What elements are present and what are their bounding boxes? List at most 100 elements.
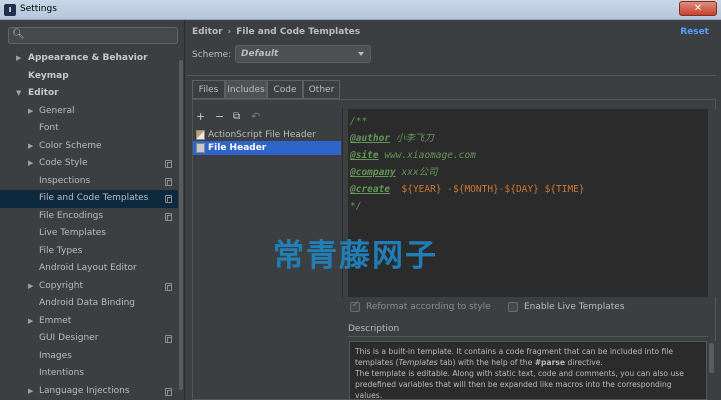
sidebar-item-file-types[interactable]: File Types — [0, 243, 178, 261]
sidebar-item-label: Images — [39, 350, 72, 361]
reformat-label: Reformat according to style — [366, 302, 491, 312]
template-variable: ${TIME} — [544, 184, 585, 195]
sidebar-item-android-layout-editor[interactable]: Android Layout Editor — [0, 260, 178, 278]
file-icon — [196, 143, 205, 153]
checkbox-box[interactable] — [508, 302, 518, 312]
sidebar-scrollbar[interactable] — [178, 50, 184, 400]
sidebar-item-file-encodings[interactable]: File Encodings — [0, 208, 178, 226]
separator: - — [441, 184, 453, 195]
code-line: @site www.xiaomage.com — [350, 147, 476, 164]
scheme-value: Default — [241, 49, 279, 59]
sidebar-item-label: GUI Designer — [39, 333, 99, 343]
code-line: @company xxx公司 — [350, 164, 438, 181]
sidebar-item-live-templates[interactable]: Live Templates — [0, 225, 178, 243]
window-titlebar: I Settings ✕ — [0, 0, 721, 20]
sidebar-item-android-data-binding[interactable]: Android Data Binding — [0, 295, 178, 313]
reset-link[interactable]: Reset — [680, 27, 709, 37]
scheme-dropdown[interactable]: Default — [235, 45, 371, 63]
sidebar-item-intentions[interactable]: Intentions — [0, 365, 178, 383]
scheme-label: Scheme: — [192, 50, 232, 60]
list-item-label: File Header — [208, 143, 267, 153]
sidebar-item-label: File Types — [39, 245, 83, 256]
doc-tag: @site — [350, 150, 379, 161]
doc-value: 小李飞刀 — [390, 133, 434, 144]
parse-directive: #parse — [534, 358, 566, 367]
editor-scrollbar[interactable] — [708, 109, 716, 297]
chevron-right-icon[interactable]: ▶ — [28, 313, 33, 331]
code-line: */ — [350, 201, 362, 212]
chevron-right-icon[interactable]: ▶ — [28, 155, 33, 173]
code-line: @author 小李飞刀 — [350, 130, 434, 147]
search-box[interactable]: 🔍︎ — [8, 27, 178, 44]
tab-code[interactable]: Code — [267, 80, 303, 99]
breadcrumb-current: File and Code Templates — [236, 27, 361, 37]
sidebar-item-label: Android Layout Editor — [39, 263, 137, 273]
doc-value: xxx公司 — [395, 167, 438, 178]
sidebar-item-appearance-behavior[interactable]: ▶ Appearance & Behavior — [0, 50, 178, 68]
list-item-actionscript-file-header[interactable]: ActionScript File Header — [193, 128, 341, 142]
chevron-right-icon[interactable]: ▶ — [28, 278, 33, 296]
sidebar-item-inspections[interactable]: Inspections — [0, 173, 178, 191]
breadcrumb-separator: › — [227, 27, 232, 37]
code-line: @create ${YEAR} -${MONTH}-${DAY} ${TIME} — [350, 181, 585, 198]
sidebar-item-gui-designer[interactable]: GUI Designer — [0, 330, 178, 348]
project-scope-icon — [165, 212, 172, 221]
sidebar-item-general[interactable]: ▶ General — [0, 103, 178, 121]
doc-tag: @author — [350, 133, 391, 144]
actionscript-file-icon — [196, 130, 205, 140]
sidebar-item-label: Android Data Binding — [39, 298, 136, 308]
project-scope-icon — [165, 335, 172, 343]
tab-other[interactable]: Other — [303, 80, 340, 99]
close-window-button[interactable]: ✕ — [679, 1, 717, 16]
sidebar-item-emmet[interactable]: ▶ Emmet — [0, 313, 178, 331]
description-scrollbar[interactable] — [708, 341, 716, 400]
sidebar-item-label: Appearance & Behavior — [28, 53, 148, 63]
settings-sidebar: 🔍︎ ▶ Appearance & Behavior Keymap ▼ Editor ▶ G… — [0, 20, 185, 400]
project-scope-icon — [165, 177, 172, 186]
chevron-right-icon[interactable]: ▶ — [16, 50, 21, 68]
sidebar-item-label: File Encodings — [39, 210, 104, 221]
chevron-right-icon[interactable]: ▶ — [28, 103, 33, 121]
sidebar-item-label: Intentions — [39, 368, 85, 378]
search-icon: 🔍︎ — [12, 29, 25, 40]
description-scrollbar-thumb[interactable] — [709, 343, 714, 373]
sidebar-item-label: Keymap — [28, 70, 69, 81]
doc-tag: @company — [350, 167, 396, 178]
doc-tag: @create — [350, 184, 391, 195]
sidebar-item-color-scheme[interactable]: ▶ Color Scheme — [0, 138, 178, 156]
sidebar-item-label: File and Code Templates — [39, 193, 149, 203]
template-variable: ${YEAR} — [401, 184, 442, 195]
sidebar-item-language-injections[interactable]: ▶ Language Injections — [0, 383, 178, 400]
breadcrumb: Editor › File and Code Templates — [192, 27, 360, 37]
tab-includes[interactable]: Includes — [225, 80, 267, 99]
sidebar-item-font[interactable]: Font — [0, 120, 178, 138]
sidebar-item-images[interactable]: Images — [0, 348, 178, 366]
doc-value: www.xiaomage.com — [378, 150, 476, 161]
sidebar-scrollbar-thumb[interactable] — [179, 60, 183, 390]
list-item-file-header[interactable]: File Header — [193, 141, 341, 155]
sidebar-item-label: Language Injections — [39, 385, 130, 396]
chevron-down-icon[interactable]: ▼ — [16, 85, 21, 103]
sidebar-item-code-style[interactable]: ▶ Code Style — [0, 155, 178, 173]
project-scope-icon — [165, 387, 172, 396]
template-variable: ${DAY} — [504, 184, 539, 195]
search-input[interactable] — [31, 29, 171, 42]
sidebar-item-file-and-code-templates[interactable]: File and Code Templates — [0, 190, 178, 208]
description-text: This is a built-in template. It contains… — [355, 346, 695, 400]
tab-files[interactable]: Files — [192, 80, 225, 99]
sidebar-item-label: Copyright — [39, 280, 83, 291]
breadcrumb-parent: Editor — [192, 27, 223, 37]
checkbox-box[interactable] — [350, 300, 360, 312]
settings-tree: ▶ Appearance & Behavior Keymap ▼ Editor ▶ Gene… — [0, 50, 178, 400]
sidebar-item-editor[interactable]: ▼ Editor — [0, 85, 178, 103]
sidebar-item-copyright[interactable]: ▶ Copyright — [0, 278, 178, 296]
sidebar-item-label: Font — [39, 123, 59, 133]
template-variable: ${MONTH} — [453, 184, 499, 195]
project-scope-icon — [165, 282, 172, 291]
sidebar-item-keymap[interactable]: Keymap — [0, 68, 178, 86]
chevron-right-icon[interactable]: ▶ — [28, 138, 33, 156]
sidebar-item-label: Emmet — [39, 315, 72, 326]
chevron-right-icon[interactable]: ▶ — [28, 383, 33, 400]
description-line-1b: tab) with the help of the — [437, 358, 535, 367]
sidebar-item-label: General — [39, 105, 75, 116]
